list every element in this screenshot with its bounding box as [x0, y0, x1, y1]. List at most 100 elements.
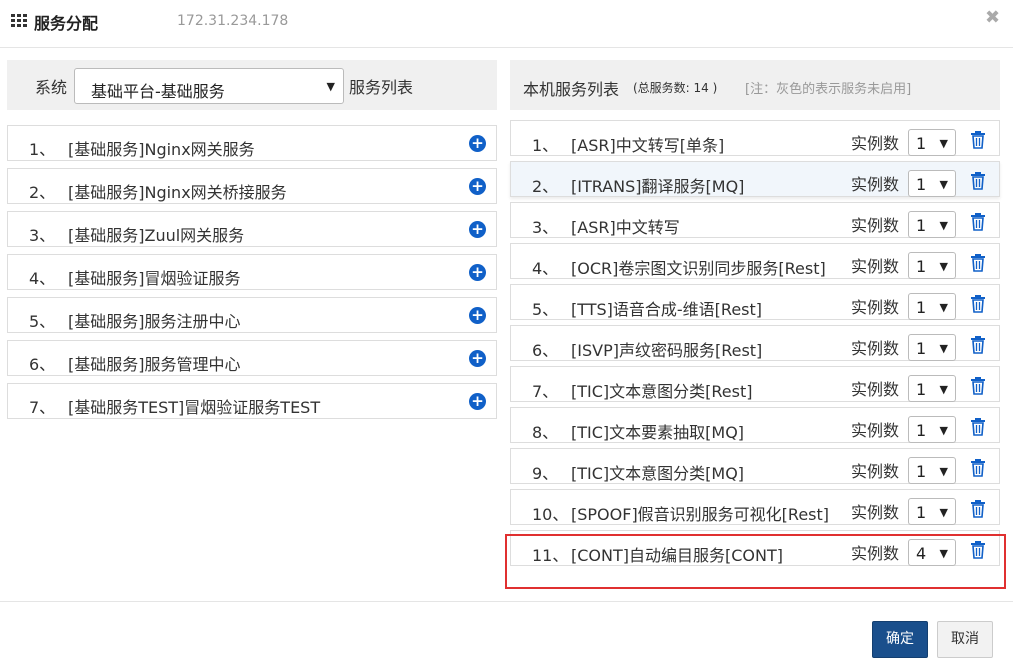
instance-count-select[interactable]: 1 ▼: [908, 211, 956, 238]
instance-count-value: 1: [916, 216, 927, 235]
grid-icon: [11, 14, 29, 28]
dropdown-arrow-icon: ▼: [939, 383, 948, 396]
item-number: 5、: [29, 312, 56, 331]
list-item: 1、 [基础服务]Nginx网关服务 +: [7, 125, 497, 161]
service-allocation-dialog: 服务分配 172.31.234.178 ✖ 系统 基础平台-基础服务 ▼ 服务列…: [0, 0, 1013, 665]
dialog-header: 服务分配 172.31.234.178 ✖: [0, 0, 1013, 48]
service-name: [基础服务]Nginx网关服务: [68, 140, 255, 159]
item-number: 2、: [29, 183, 56, 202]
list-item: 7、 [基础服务TEST]冒烟验证服务TEST +: [7, 383, 497, 419]
instance-count-label: 实例数: [851, 175, 900, 194]
instance-count-value: 1: [916, 380, 927, 399]
item-number: 3、: [29, 226, 56, 245]
delete-icon[interactable]: [970, 254, 986, 272]
instance-count-label: 实例数: [851, 298, 900, 317]
delete-icon[interactable]: [970, 459, 986, 477]
service-name: [SPOOF]假音识别服务可视化[Rest]: [571, 505, 830, 524]
item-number: 7、: [532, 382, 559, 401]
service-name: [TIC]文本意图分类[Rest]: [571, 382, 753, 401]
instance-count-label: 实例数: [851, 257, 900, 276]
delete-icon[interactable]: [970, 213, 986, 231]
list-item: 3、 [ASR]中文转写 实例数 1 ▼: [510, 202, 1000, 238]
add-service-icon[interactable]: +: [469, 393, 486, 410]
item-number: 10、: [532, 505, 569, 524]
local-service-list: 1、 [ASR]中文转写[单条] 实例数 1 ▼ 2、 [ITRANS]翻译服务[MQ] 实例…: [510, 120, 1000, 571]
service-name: [基础服务]冒烟验证服务: [68, 269, 241, 288]
close-icon[interactable]: ✖: [985, 7, 1000, 28]
add-service-icon[interactable]: +: [469, 264, 486, 281]
list-item: 4、 [OCR]卷宗图文识别同步服务[Rest] 实例数 1 ▼: [510, 243, 1000, 279]
delete-icon[interactable]: [970, 295, 986, 313]
instance-count-value: 1: [916, 298, 927, 317]
instance-count-select[interactable]: 1 ▼: [908, 334, 956, 361]
service-list-label: 服务列表: [349, 78, 414, 97]
right-panel-header: 本机服务列表 (总服务数: 14 ) [注：灰色的表示服务未启用]: [510, 60, 1000, 110]
instance-count-select[interactable]: 1 ▼: [908, 416, 956, 443]
delete-icon[interactable]: [970, 500, 986, 518]
instance-count-select[interactable]: 1 ▼: [908, 457, 956, 484]
instance-count-label: 实例数: [851, 421, 900, 440]
instance-count-select[interactable]: 1 ▼: [908, 170, 956, 197]
dropdown-arrow-icon: ▼: [939, 219, 948, 232]
service-name: [基础服务]服务注册中心: [68, 312, 241, 331]
dropdown-arrow-icon: ▼: [326, 80, 335, 93]
item-number: 6、: [29, 355, 56, 374]
list-item: 7、 [TIC]文本意图分类[Rest] 实例数 1 ▼: [510, 366, 1000, 402]
instance-count-select[interactable]: 1 ▼: [908, 375, 956, 402]
item-number: 4、: [29, 269, 56, 288]
add-service-icon[interactable]: +: [469, 178, 486, 195]
delete-icon[interactable]: [970, 336, 986, 354]
instance-count-select[interactable]: 1 ▼: [908, 252, 956, 279]
item-number: 6、: [532, 341, 559, 360]
item-number: 5、: [532, 300, 559, 319]
delete-icon[interactable]: [970, 377, 986, 395]
list-item: 1、 [ASR]中文转写[单条] 实例数 1 ▼: [510, 120, 1000, 156]
instance-count-select[interactable]: 1 ▼: [908, 498, 956, 525]
instance-count-label: 实例数: [851, 503, 900, 522]
item-number: 1、: [532, 136, 559, 155]
instance-count-label: 实例数: [851, 380, 900, 399]
dropdown-arrow-icon: ▼: [939, 465, 948, 478]
cancel-button[interactable]: 取消: [937, 621, 993, 658]
instance-count-label: 实例数: [851, 462, 900, 481]
instance-count-select[interactable]: 1 ▼: [908, 293, 956, 320]
add-service-icon[interactable]: +: [469, 307, 486, 324]
list-item: 8、 [TIC]文本要素抽取[MQ] 实例数 1 ▼: [510, 407, 1000, 443]
instance-count-value: 1: [916, 134, 927, 153]
delete-icon[interactable]: [970, 131, 986, 149]
add-service-icon[interactable]: +: [469, 350, 486, 367]
list-item: 3、 [基础服务]Zuul网关服务 +: [7, 211, 497, 247]
add-service-icon[interactable]: +: [469, 221, 486, 238]
service-name: [ISVP]声纹密码服务[Rest]: [571, 341, 763, 360]
disabled-service-note: [注：灰色的表示服务未启用]: [745, 82, 912, 97]
instance-count-value: 1: [916, 175, 927, 194]
list-item: 6、 [ISVP]声纹密码服务[Rest] 实例数 1 ▼: [510, 325, 1000, 361]
instance-count-value: 1: [916, 503, 927, 522]
confirm-button[interactable]: 确定: [872, 621, 928, 658]
dropdown-arrow-icon: ▼: [939, 301, 948, 314]
service-name: [基础服务]Zuul网关服务: [68, 226, 245, 245]
dropdown-arrow-icon: ▼: [939, 178, 948, 191]
service-name: [TIC]文本意图分类[MQ]: [571, 464, 745, 483]
list-item: 9、 [TIC]文本意图分类[MQ] 实例数 1 ▼: [510, 448, 1000, 484]
delete-icon[interactable]: [970, 172, 986, 190]
instance-count-value: 1: [916, 462, 927, 481]
item-number: 8、: [532, 423, 559, 442]
host-ip: 172.31.234.178: [177, 13, 289, 29]
service-total-count: (总服务数: 14 ): [633, 81, 718, 95]
item-number: 1、: [29, 140, 56, 159]
item-number: 4、: [532, 259, 559, 278]
system-label: 系统: [35, 78, 68, 97]
service-name: [OCR]卷宗图文识别同步服务[Rest]: [571, 259, 826, 278]
dialog-title: 服务分配: [34, 14, 99, 33]
item-number: 2、: [532, 177, 559, 196]
delete-icon[interactable]: [970, 418, 986, 436]
list-item: 2、 [基础服务]Nginx网关桥接服务 +: [7, 168, 497, 204]
available-service-list: 1、 [基础服务]Nginx网关服务 +2、 [基础服务]Nginx网关桥接服务 + 3、…: [7, 125, 497, 426]
system-select[interactable]: 基础平台-基础服务 ▼: [74, 68, 344, 104]
instance-count-select[interactable]: 1 ▼: [908, 129, 956, 156]
add-service-icon[interactable]: +: [469, 135, 486, 152]
service-name: [TTS]语音合成-维语[Rest]: [571, 300, 763, 319]
service-name: [ASR]中文转写: [571, 218, 680, 237]
instance-count-label: 实例数: [851, 216, 900, 235]
